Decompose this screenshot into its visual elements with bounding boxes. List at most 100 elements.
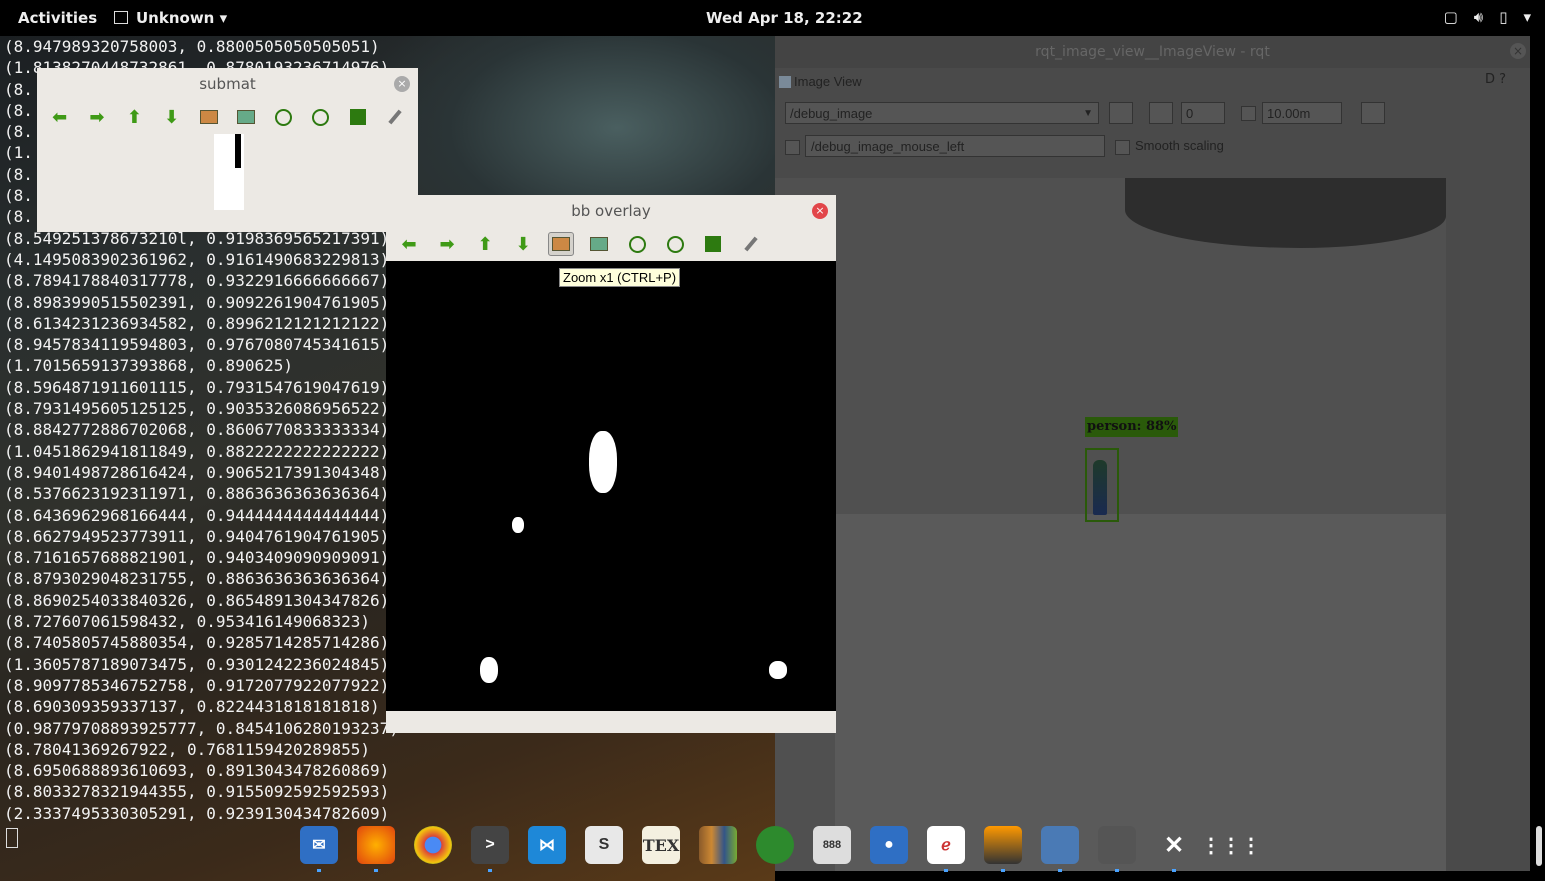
- app-menu[interactable]: Unknown ▾: [114, 9, 227, 27]
- topic-select[interactable]: /debug_image ▼: [785, 102, 1099, 124]
- max-range-spinbox[interactable]: 10.00m: [1262, 102, 1342, 124]
- app-menu-label: Unknown ▾: [136, 9, 228, 27]
- foreground-blob: [589, 431, 617, 493]
- bb-overlay-toolbar: ⬅ ➡ ⬆ ⬇: [386, 227, 836, 261]
- image-view-pane: Image View D ? /debug_image ▼ 0 10.00m /d…: [775, 68, 1530, 871]
- pan-left-icon[interactable]: ⬅: [47, 105, 72, 129]
- terminal-line: (8.6950688893610693, 0.8913043478260869): [4, 761, 390, 781]
- terminal-line: (8.5964871911601115, 0.7931547619047619): [4, 377, 390, 397]
- battery-icon[interactable]: ▯: [1499, 8, 1507, 26]
- pan-right-icon[interactable]: ➡: [84, 105, 109, 129]
- clock[interactable]: Wed Apr 18, 22:22: [706, 9, 863, 27]
- toggle-icon[interactable]: ●: [870, 826, 908, 864]
- zoom-1-button[interactable]: [1149, 102, 1173, 124]
- image-ground: [835, 514, 1446, 871]
- terminal-line: (8.690309359337137, 0.8224431818181818): [4, 697, 380, 717]
- properties-icon[interactable]: [738, 232, 764, 256]
- terminal-line: (0.98779708893925777, 0.8454106280193237…: [4, 718, 399, 738]
- layers-icon[interactable]: [984, 826, 1022, 872]
- rqt-close-icon[interactable]: ×: [1510, 43, 1526, 59]
- terminal-line: (1.0451862941811849, 0.8822222222222222): [4, 441, 390, 461]
- tex-icon-label: TEX: [642, 835, 680, 855]
- save-icon[interactable]: [345, 105, 370, 129]
- mail-icon[interactable]: ✉: [300, 826, 338, 872]
- pan-up-icon[interactable]: ⬆: [472, 232, 498, 256]
- zoom-out-icon[interactable]: [662, 232, 688, 256]
- pan-down-icon[interactable]: ⬇: [510, 232, 536, 256]
- window-icon[interactable]: [1098, 826, 1136, 872]
- refresh-topics-button[interactable]: [1109, 102, 1133, 124]
- terminal-line: (8.7894178840317778, 0.9322916666666667): [4, 271, 390, 291]
- save-icon[interactable]: [700, 232, 726, 256]
- image-view-title-label: Image View: [794, 74, 862, 89]
- tex-icon[interactable]: TEX: [642, 826, 680, 864]
- pan-left-icon[interactable]: ⬅: [396, 232, 422, 256]
- zoom-tooltip: Zoom x1 (CTRL+P): [559, 268, 681, 287]
- app-grid-icon[interactable]: ⋮⋮⋮: [1201, 826, 1261, 864]
- pidgin-icon[interactable]: [756, 826, 794, 864]
- terminal-icon[interactable]: >: [471, 826, 509, 872]
- bb-overlay-title: bb overlay: [571, 202, 651, 220]
- bb-overlay-close-icon[interactable]: ×: [812, 203, 828, 219]
- chrome-icon[interactable]: [414, 826, 452, 864]
- top-bar: Activities Unknown ▾ Wed Apr 18, 22:22 ▢…: [0, 0, 1545, 36]
- terminal-line: (8.9097785346752758, 0.9172077922077922): [4, 675, 390, 695]
- image-viewer-icon[interactable]: [1041, 826, 1079, 872]
- firefox-icon[interactable]: [357, 826, 395, 872]
- dock: ✉ > ⋈ S TEX 888 ● ℯ ✕ ⋮⋮⋮: [300, 820, 1261, 872]
- terminal-line: (8.9401498728616424, 0.9065217391304348): [4, 462, 390, 482]
- zoom-x1-icon[interactable]: [233, 105, 258, 129]
- mouse-topic-field[interactable]: /debug_image_mouse_left: [805, 135, 1105, 157]
- zoom-fit-icon[interactable]: [548, 232, 574, 256]
- submat-title: submat: [199, 75, 256, 93]
- system-tray[interactable]: ▢ 🔊︎ ▯ ▾: [1444, 8, 1531, 26]
- dice-icon[interactable]: 888: [813, 826, 851, 864]
- detection-label: person: 88%: [1085, 417, 1179, 437]
- volume-icon[interactable]: 🔊︎: [1474, 8, 1483, 26]
- terminal-line: (8.9457834119594803, 0.9767080745341615): [4, 335, 390, 355]
- terminal-line: (8.7161657688821901, 0.9403409090909091): [4, 548, 390, 568]
- rqt-window[interactable]: rqt_image_view__ImageView - rqt × Image …: [775, 36, 1542, 871]
- terminal-line: (1.7015659137393868, 0.890625): [4, 356, 293, 376]
- zoom-fit-icon[interactable]: [196, 105, 221, 129]
- terminal-line: (8.8690254033840326, 0.8654891304347826): [4, 590, 390, 610]
- zoom-in-icon[interactable]: [624, 232, 650, 256]
- foreground-blob: [480, 657, 498, 683]
- help-icon: ?: [1499, 72, 1506, 87]
- foreground-blob: [512, 517, 524, 533]
- zoom-out-icon[interactable]: [308, 105, 333, 129]
- rotate-spinbox[interactable]: 0: [1181, 102, 1225, 124]
- slack-icon[interactable]: S: [585, 826, 623, 864]
- debug-image-canvas[interactable]: person: 88%: [775, 178, 1446, 871]
- max-checkbox[interactable]: [1241, 106, 1256, 121]
- scrollbar[interactable]: [1536, 826, 1542, 866]
- menu-arrow-icon[interactable]: ▾: [1523, 8, 1531, 26]
- terminal-line: (8.947989320758003, 0.8800505050505051): [4, 37, 380, 56]
- pan-right-icon[interactable]: ➡: [434, 232, 460, 256]
- terminal-line: (8.6627949523773911, 0.9404761904761905): [4, 526, 390, 546]
- image-view-icon: [779, 76, 791, 88]
- help-button[interactable]: D ?: [1485, 72, 1506, 87]
- rqt-window-title: rqt_image_view__ImageView - rqt: [775, 36, 1530, 68]
- zoom-x1-icon[interactable]: [586, 232, 612, 256]
- books-icon[interactable]: [699, 826, 737, 864]
- vscode-icon[interactable]: ⋈: [528, 826, 566, 864]
- submat-close-icon[interactable]: ×: [394, 76, 410, 92]
- terminal-line: (8.8983990515502391, 0.9092261904761905): [4, 292, 390, 312]
- pan-up-icon[interactable]: ⬆: [122, 105, 147, 129]
- zoom-in-icon[interactable]: [271, 105, 296, 129]
- pan-down-icon[interactable]: ⬇: [159, 105, 184, 129]
- save-image-button[interactable]: [1361, 102, 1385, 124]
- window-icon[interactable]: ▢: [1444, 8, 1458, 26]
- terminal-line: (4.1495083902361962, 0.9161490683229813): [4, 249, 390, 269]
- bb-overlay-image: [386, 261, 836, 711]
- terminal-line: (8.6134231236934582, 0.8996212121212122): [4, 313, 390, 333]
- submat-window[interactable]: submat × ⬅ ➡ ⬆ ⬇: [37, 68, 418, 232]
- properties-icon[interactable]: [383, 105, 408, 129]
- editor-icon[interactable]: ℯ: [927, 826, 965, 872]
- terminal-line: (8.727607061598432, 0.953416149068323): [4, 612, 371, 632]
- activities-button[interactable]: Activities: [18, 9, 97, 27]
- smooth-scaling-checkbox[interactable]: [1115, 140, 1130, 155]
- mouse-publish-checkbox[interactable]: [785, 140, 800, 155]
- tools-icon[interactable]: ✕: [1155, 826, 1193, 872]
